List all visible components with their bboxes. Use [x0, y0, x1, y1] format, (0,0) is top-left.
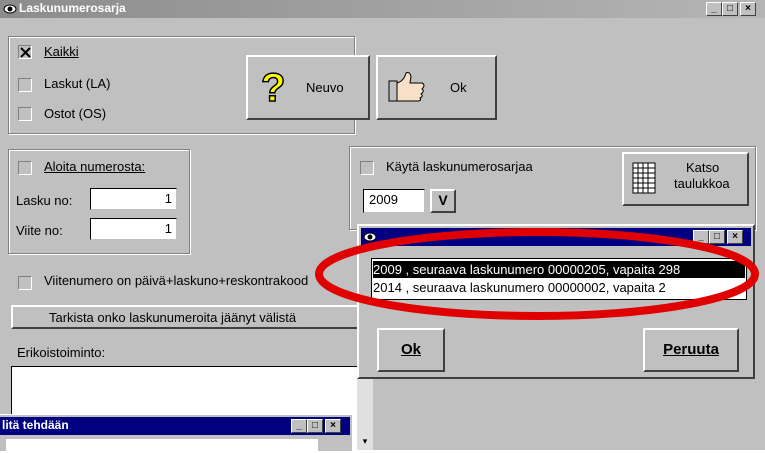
all-label: Kaikki [44, 44, 79, 59]
popup-ok-button[interactable]: Ok [377, 328, 445, 372]
window-title: Laskunumerosarja [19, 1, 126, 15]
invoice-no-field[interactable]: 1 [90, 188, 177, 210]
list-item[interactable]: 2014 , seuraava laskunumero 00000002, va… [373, 279, 745, 296]
eye-icon [363, 232, 377, 242]
invoices-checkbox[interactable] [18, 78, 32, 92]
ok-label: Ok [450, 80, 467, 95]
popup-close-button[interactable]: × [727, 230, 743, 244]
use-series-label: Käytä laskunumerosarjaa [386, 159, 533, 174]
check-x-icon [20, 47, 31, 58]
bottom-window: litä tehdään _ □ × [0, 414, 352, 453]
new-label: Neuvo [306, 80, 344, 95]
check-gaps-label: Tarkista onko laskunumeroita jäänyt väli… [49, 310, 297, 325]
view-table-line1: Katso [686, 160, 720, 175]
eye-icon [3, 4, 17, 14]
bottom-maximize-button[interactable]: □ [307, 419, 323, 433]
check-gaps-button[interactable]: Tarkista onko laskunumeroita jäänyt väli… [11, 305, 362, 329]
series-list[interactable]: 2009 , seuraava laskunumero 00000205, va… [371, 258, 747, 300]
all-checkbox[interactable] [18, 45, 32, 59]
year-dropdown-button[interactable]: V [430, 189, 456, 213]
invoice-no-label: Lasku no: [16, 193, 73, 208]
series-popup: _ □ × 2009 , seuraava laskunumero 000002… [357, 224, 755, 379]
use-series-checkbox[interactable] [360, 161, 374, 175]
main-title-bar: Laskunumerosarja _ □ × [0, 0, 765, 18]
popup-title-bar: _ □ × [361, 228, 751, 246]
invoices-label: Laskut (LA) [44, 76, 111, 91]
minimize-button[interactable]: _ [706, 2, 722, 16]
popup-cancel-button[interactable]: Peruuta [643, 328, 739, 372]
list-item-selected[interactable]: 2009 , seuraava laskunumero 00000205, va… [373, 261, 745, 278]
close-button[interactable]: × [740, 2, 756, 16]
start-from-checkbox[interactable] [18, 161, 32, 175]
reference-checkbox[interactable] [18, 276, 32, 290]
bottom-minimize-button[interactable]: _ [291, 419, 307, 433]
new-button[interactable]: ? Neuvo [246, 55, 370, 120]
scroll-down-icon[interactable]: ▾ [359, 436, 371, 448]
popup-cancel-label: Peruuta [663, 341, 719, 358]
bottom-window-title: litä tehdään [2, 418, 69, 432]
ref-no-field[interactable]: 1 [90, 218, 177, 240]
special-label: Erikoistoiminto: [17, 345, 106, 360]
ref-no-label: Viite no: [16, 223, 63, 238]
year-field[interactable]: 2009 [363, 189, 425, 213]
maximize-button[interactable]: □ [722, 2, 738, 16]
start-from-text: Aloita numerosta: [44, 159, 146, 174]
ok-button[interactable]: Ok [376, 55, 497, 120]
question-icon: ? [260, 67, 286, 107]
bottom-close-button[interactable]: × [325, 419, 341, 433]
thumbs-up-icon [388, 72, 425, 102]
purchases-label: Ostot (OS) [44, 106, 107, 121]
bottom-window-content [6, 439, 318, 453]
svg-text:?: ? [261, 67, 285, 107]
reference-label: Viitenumero on päivä+laskuno+reskontrako… [44, 273, 309, 288]
view-table-line2: taulukkoa [674, 176, 730, 191]
popup-minimize-button[interactable]: _ [693, 230, 709, 244]
bottom-title-bar: litä tehdään _ □ × [0, 417, 350, 435]
purchases-checkbox[interactable] [18, 107, 32, 121]
table-grid-icon [632, 162, 656, 194]
popup-ok-label: Ok [400, 341, 421, 358]
popup-maximize-button[interactable]: □ [709, 230, 725, 244]
start-from-label: Aloita numerosta: [44, 159, 145, 174]
view-table-button[interactable]: Katso taulukkoa [622, 152, 749, 206]
